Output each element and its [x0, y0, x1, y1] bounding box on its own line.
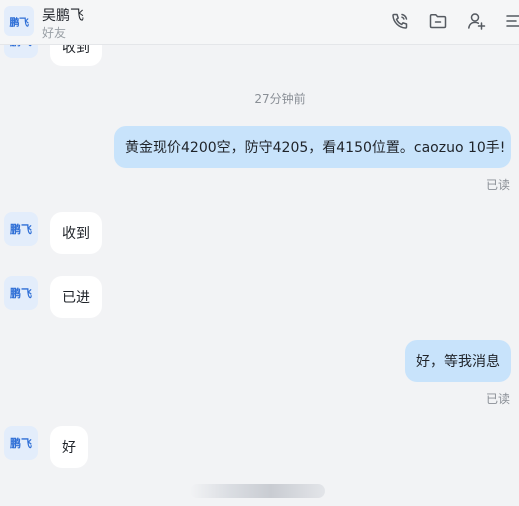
incoming-message-bubble[interactable]: 收到: [50, 212, 102, 254]
menu-icon[interactable]: [504, 11, 519, 31]
message-text: 已进: [62, 290, 90, 306]
contact-avatar[interactable]: 鹏飞: [4, 6, 34, 36]
folder-icon[interactable]: [428, 11, 448, 31]
phone-icon[interactable]: [390, 11, 410, 31]
contact-avatar[interactable]: 鹏飞: [4, 212, 38, 246]
contact-avatar[interactable]: 鹏飞: [4, 276, 38, 310]
contact-avatar[interactable]: 鹏飞: [4, 426, 38, 460]
outgoing-message-bubble[interactable]: 黄金现价4200空，防守4205，看4150位置。caozuo 10手!: [114, 126, 511, 168]
contact-name[interactable]: 吴鹏飞: [42, 5, 84, 25]
message-text: 好: [62, 440, 76, 456]
message-text: 好，等我消息: [416, 354, 500, 370]
contact-relation: 好友: [42, 26, 67, 40]
read-receipt: 已读: [486, 392, 511, 406]
read-receipt: 已读: [486, 178, 511, 192]
message-text: 收到: [62, 226, 90, 242]
chat-header: 鹏飞 吴鹏飞 好友: [0, 0, 519, 45]
blurred-area: [190, 484, 325, 498]
incoming-message-bubble[interactable]: 已进: [50, 276, 102, 318]
message-timestamp: 27分钟前: [254, 92, 306, 106]
outgoing-message-bubble[interactable]: 好，等我消息: [405, 340, 511, 382]
add-user-icon[interactable]: [466, 11, 486, 31]
incoming-message-bubble[interactable]: 好: [50, 426, 88, 468]
chat-window: 鹏飞 吴鹏飞 好友 收到 27分钟前 黄金现价4200空，防守4205，看415…: [0, 0, 519, 506]
message-text: 黄金现价4200空，防守4205，看4150位置。caozuo 10手!: [125, 140, 506, 156]
